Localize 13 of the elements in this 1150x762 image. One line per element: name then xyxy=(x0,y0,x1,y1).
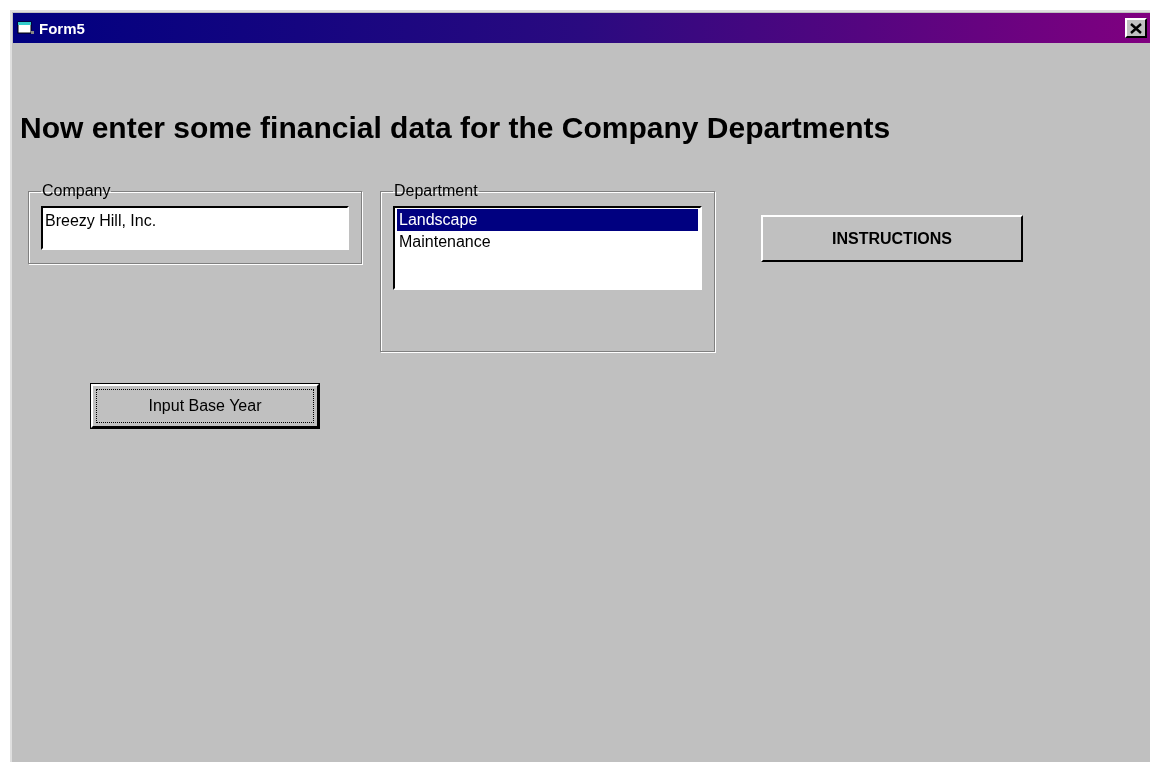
list-item[interactable]: Maintenance xyxy=(397,231,698,253)
department-list[interactable]: Landscape Maintenance xyxy=(393,206,702,290)
list-item[interactable]: Landscape xyxy=(397,209,698,231)
instructions-button[interactable]: INSTRUCTIONS xyxy=(761,215,1023,262)
frame-label: Department xyxy=(393,182,479,200)
company-field[interactable]: Breezy Hill, Inc. xyxy=(41,206,349,250)
window-icon xyxy=(17,20,35,36)
frame-label: Company xyxy=(41,182,112,200)
close-button[interactable] xyxy=(1125,18,1147,38)
window-title: Form5 xyxy=(39,19,86,37)
close-icon xyxy=(1130,22,1142,34)
input-base-year-button[interactable]: Input Base Year xyxy=(91,384,319,428)
form-heading: Now enter some financial data for the Company Departments xyxy=(20,111,892,145)
